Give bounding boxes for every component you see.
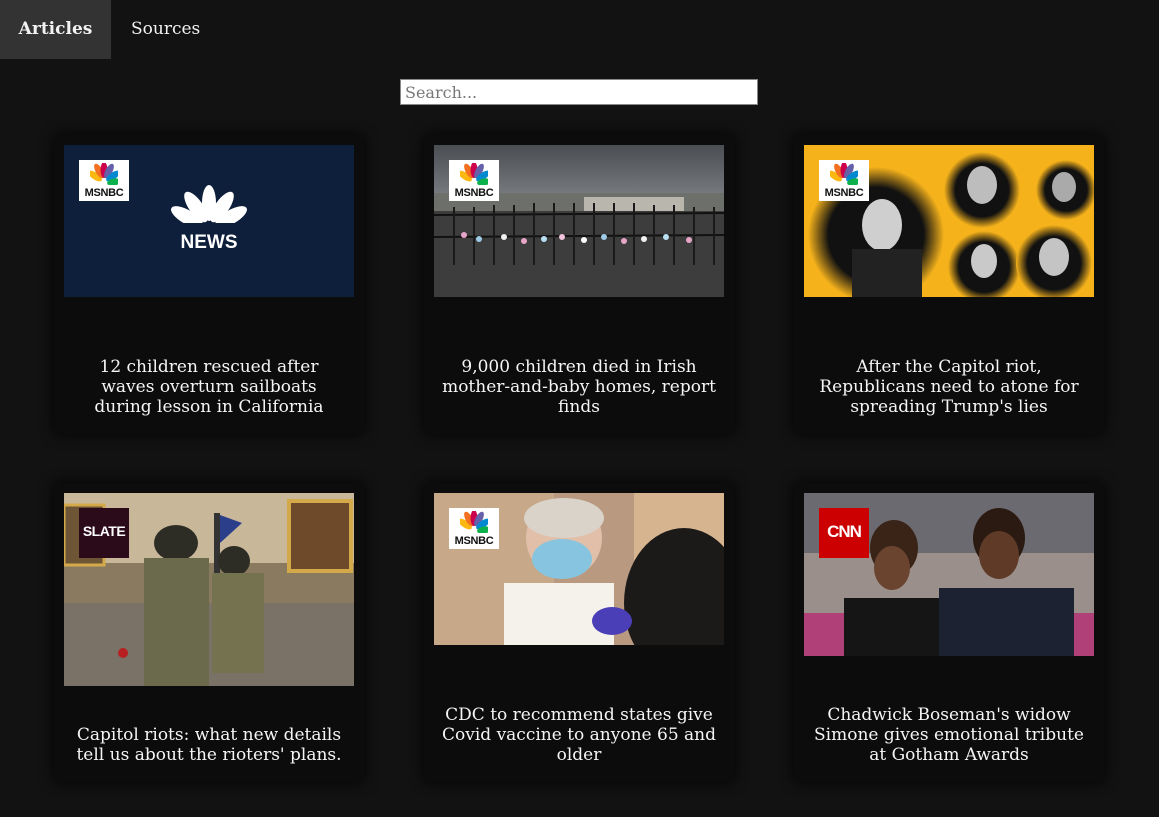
article-card[interactable]: NEWS MSNBC 12 children rescued after wav… bbox=[54, 135, 364, 434]
nbc-news-wordmark: NEWS bbox=[181, 232, 238, 253]
article-thumbnail: NEWS MSNBC bbox=[64, 145, 354, 297]
article-title[interactable]: 12 children rescued after waves overturn… bbox=[72, 357, 346, 417]
article-card[interactable]: MSNBC CDC to recommend states give Covid… bbox=[424, 483, 734, 782]
msnbc-logo: MSNBC bbox=[449, 160, 499, 201]
article-thumbnail: MSNBC bbox=[434, 145, 724, 297]
tab-articles[interactable]: Articles bbox=[0, 0, 111, 59]
tab-sources[interactable]: Sources bbox=[111, 0, 200, 59]
cnn-logo: CNN bbox=[819, 508, 869, 558]
search-input[interactable] bbox=[400, 79, 758, 105]
msnbc-logo: MSNBC bbox=[819, 160, 869, 201]
article-thumbnail: CNN bbox=[804, 493, 1094, 656]
article-title[interactable]: After the Capitol riot, Republicans need… bbox=[812, 357, 1086, 417]
article-card[interactable]: MSNBC After the Capitol riot, Republican… bbox=[794, 135, 1104, 434]
article-title[interactable]: Capitol riots: what new details tell us … bbox=[72, 725, 346, 765]
top-nav: Articles Sources bbox=[0, 0, 200, 59]
article-thumbnail: SLATE bbox=[64, 493, 354, 686]
article-card[interactable]: MSNBC 9,000 children died in Irish mothe… bbox=[424, 135, 734, 434]
article-card[interactable]: SLATE Capitol riots: what new details te… bbox=[54, 483, 364, 782]
article-card[interactable]: CNN Chadwick Boseman's widow Simone give… bbox=[794, 483, 1104, 782]
slate-logo: SLATE bbox=[79, 508, 129, 558]
article-thumbnail: MSNBC bbox=[804, 145, 1094, 297]
msnbc-logo: MSNBC bbox=[79, 160, 129, 201]
article-title[interactable]: CDC to recommend states give Covid vacci… bbox=[442, 705, 716, 765]
msnbc-logo: MSNBC bbox=[449, 508, 499, 549]
article-title[interactable]: Chadwick Boseman's widow Simone gives em… bbox=[812, 705, 1086, 765]
article-thumbnail: MSNBC bbox=[434, 493, 724, 645]
article-title[interactable]: 9,000 children died in Irish mother-and-… bbox=[442, 357, 716, 417]
